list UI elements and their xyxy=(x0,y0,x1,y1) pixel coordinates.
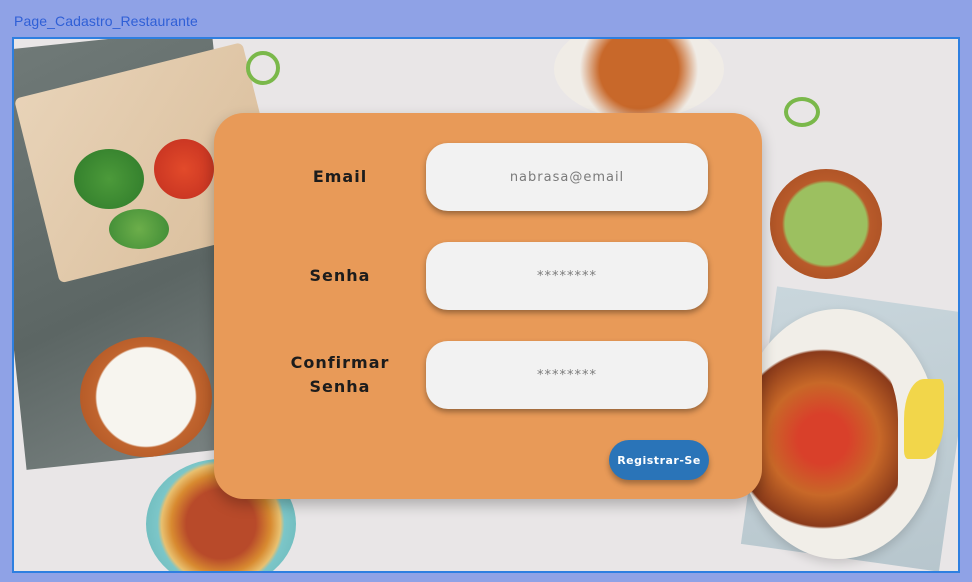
yogurt-bowl-decoration xyxy=(80,337,212,457)
vegetable-decoration xyxy=(154,139,214,199)
vegetable-decoration xyxy=(74,149,144,209)
register-button[interactable]: Registrar-Se xyxy=(609,440,709,480)
fries-decoration xyxy=(748,339,898,539)
vegetable-decoration xyxy=(109,209,169,249)
confirm-label-line1: Confirmar xyxy=(290,353,390,372)
page-frame: Email Senha Confirmar Senha Registrar-Se xyxy=(12,37,960,573)
confirm-label-line2: Senha xyxy=(309,377,371,396)
email-label: Email xyxy=(312,167,368,186)
fries-plate-decoration xyxy=(554,39,724,119)
registration-card: Email Senha Confirmar Senha Registrar-Se xyxy=(214,113,762,499)
password-label: Senha xyxy=(309,266,371,285)
leek-decoration xyxy=(784,97,820,127)
lemon-decoration xyxy=(904,379,944,459)
email-field[interactable] xyxy=(426,143,708,211)
frame-title: Page_Cadastro_Restaurante xyxy=(14,13,198,29)
leek-decoration xyxy=(246,51,280,85)
confirm-password-label: Confirmar Senha xyxy=(270,351,410,399)
password-field[interactable] xyxy=(426,242,708,310)
confirm-password-field[interactable] xyxy=(426,341,708,409)
guacamole-bowl-decoration xyxy=(770,169,882,279)
